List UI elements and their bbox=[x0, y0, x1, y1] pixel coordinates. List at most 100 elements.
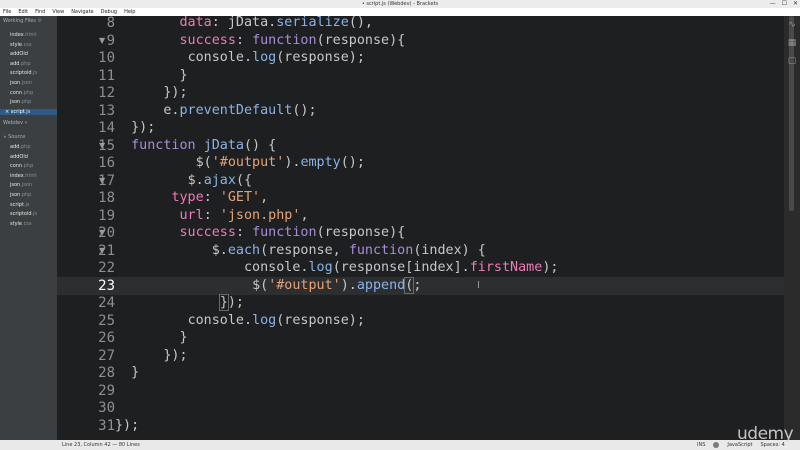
code-line[interactable]: 21 ▼ $.each(response, function(index) { bbox=[57, 242, 784, 260]
code-line[interactable]: 29 bbox=[57, 382, 784, 400]
project-file-item[interactable]: json.php bbox=[10, 192, 31, 198]
vertical-scrollbar[interactable] bbox=[784, 16, 800, 440]
menu-view[interactable]: View bbox=[52, 8, 64, 16]
code-line[interactable]: 27 }); bbox=[57, 347, 784, 365]
menu-find[interactable]: Find bbox=[35, 8, 45, 16]
code-text[interactable]: $.ajax({ bbox=[115, 172, 253, 190]
code-text[interactable]: e.preventDefault(); bbox=[115, 102, 317, 120]
code-line[interactable]: 28 } bbox=[57, 364, 784, 382]
working-file-item[interactable]: addOld bbox=[10, 51, 28, 57]
code-line[interactable]: 15 ▼ function jData() { bbox=[57, 137, 784, 155]
code-line[interactable]: 25 console.log(response); bbox=[57, 312, 784, 330]
fold-arrow-icon[interactable]: ▼ bbox=[99, 137, 105, 155]
status-bar: Line 23, Column 42 — 80 Lines INS JavaSc… bbox=[0, 440, 800, 450]
menu-debug[interactable]: Debug bbox=[101, 8, 117, 16]
code-text[interactable]: }); bbox=[115, 417, 139, 435]
code-line[interactable]: 22 console.log(response[index].firstName… bbox=[57, 259, 784, 277]
code-line[interactable]: 31}); bbox=[57, 417, 784, 435]
project-file-item[interactable]: conn.php bbox=[10, 163, 33, 169]
menu-help[interactable]: Help bbox=[124, 8, 135, 16]
code-text[interactable]: }); bbox=[115, 84, 187, 102]
working-file-item[interactable]: conn.php bbox=[10, 90, 33, 96]
code-line[interactable]: 9 ▼ success: function(response){ bbox=[57, 32, 784, 50]
fold-arrow-icon[interactable]: ▼ bbox=[99, 32, 105, 50]
code-text[interactable]: type: 'GET', bbox=[115, 189, 268, 207]
code-text[interactable]: data: jData.serialize(), bbox=[115, 16, 374, 32]
project-file-item[interactable]: addOld bbox=[10, 154, 28, 160]
project-file-item[interactable]: script.js bbox=[10, 202, 30, 208]
code-text[interactable]: url: 'json.php', bbox=[115, 207, 309, 225]
code-token: console. bbox=[187, 50, 253, 65]
working-file-item[interactable]: scriptold.js bbox=[10, 70, 37, 76]
code-editor[interactable]: 8 data: jData.serialize(), 9 ▼ success: fu… bbox=[57, 16, 784, 436]
code-line[interactable]: 13 e.preventDefault(); bbox=[57, 102, 784, 120]
code-text[interactable]: $('#output').empty(); bbox=[115, 154, 365, 172]
working-files-header[interactable]: Working Files ⚙ bbox=[3, 18, 42, 24]
gear-icon[interactable]: ⚙ bbox=[38, 18, 42, 24]
code-text[interactable]: success: function(response){ bbox=[115, 224, 406, 242]
code-token: (); bbox=[292, 102, 317, 118]
fold-arrow-icon[interactable]: ▼ bbox=[99, 172, 105, 190]
code-line[interactable]: 19 url: 'json.php', bbox=[57, 207, 784, 225]
working-file-item[interactable]: add.php bbox=[10, 61, 31, 67]
code-line[interactable]: 30 bbox=[57, 399, 784, 417]
working-file-item[interactable]: style.css bbox=[10, 42, 32, 48]
code-token: $. bbox=[187, 172, 204, 188]
code-line[interactable]: 10 console.log(response); bbox=[57, 49, 784, 67]
minimize-button[interactable]: — bbox=[770, 0, 776, 8]
code-text[interactable]: console.log(response); bbox=[115, 49, 365, 67]
code-text[interactable]: success: function(response){ bbox=[115, 32, 406, 50]
code-token: empty bbox=[300, 155, 341, 170]
working-file-item[interactable]: index.html bbox=[10, 32, 37, 38]
project-header[interactable]: Webdev ▾ bbox=[3, 120, 27, 126]
code-text[interactable]: } bbox=[115, 67, 188, 85]
project-file-item[interactable]: index.html bbox=[10, 173, 37, 179]
code-text[interactable]: console.log(response[index].firstName); bbox=[115, 259, 558, 277]
code-line[interactable]: 8 data: jData.serialize(), bbox=[57, 16, 784, 32]
code-line[interactable]: 20 ▼ success: function(response){ bbox=[57, 224, 784, 242]
project-file-item[interactable]: style.css bbox=[10, 221, 32, 227]
code-text[interactable]: $.each(response, function(index) { bbox=[115, 242, 486, 260]
code-text[interactable]: }); bbox=[115, 347, 187, 365]
code-line[interactable]: 17 ▼ $.ajax({ bbox=[57, 172, 784, 190]
code-text[interactable]: } bbox=[115, 329, 188, 347]
code-line[interactable]: 11 } bbox=[57, 67, 784, 85]
folder-source[interactable]: ▸ Source bbox=[4, 134, 25, 140]
code-line[interactable]: 12 }); bbox=[57, 84, 784, 102]
code-token: ); bbox=[227, 295, 244, 310]
code-token: $( bbox=[252, 277, 269, 293]
code-token: jData bbox=[203, 137, 244, 153]
code-text[interactable]: function jData() { bbox=[115, 137, 276, 155]
menu-navigate[interactable]: Navigate bbox=[71, 8, 93, 16]
code-token: ). bbox=[340, 277, 357, 293]
code-line[interactable]: 16 $('#output').empty(); bbox=[57, 154, 784, 172]
code-text[interactable]: }); bbox=[115, 119, 155, 137]
working-file-item[interactable]: × script.js bbox=[0, 108, 57, 115]
menu-edit[interactable]: Edit bbox=[18, 8, 28, 16]
lint-status-icon[interactable] bbox=[713, 442, 720, 448]
close-button[interactable]: ✕ bbox=[793, 0, 798, 8]
code-line[interactable]: 26 } bbox=[57, 329, 784, 347]
code-text[interactable]: }); bbox=[115, 294, 244, 312]
project-file-item[interactable]: add.php bbox=[10, 144, 31, 150]
project-file-item[interactable]: json.json bbox=[10, 182, 32, 188]
fold-arrow-icon[interactable]: ▼ bbox=[99, 242, 105, 260]
code-line[interactable]: 18 type: 'GET', bbox=[57, 189, 784, 207]
working-file-item[interactable]: json.json bbox=[10, 80, 32, 86]
live-preview-icon[interactable]: ∿ bbox=[788, 20, 796, 30]
code-text[interactable]: console.log(response); bbox=[115, 312, 365, 330]
code-text[interactable]: $('#output').append(; bbox=[115, 276, 421, 295]
code-line[interactable]: 23 $('#output').append(; I bbox=[57, 276, 784, 295]
code-token: firstName bbox=[469, 260, 543, 275]
extension-manager-icon[interactable]: ▦ bbox=[788, 38, 797, 48]
fold-arrow-icon[interactable]: ▼ bbox=[99, 224, 105, 242]
project-file-item[interactable]: scriptold.js bbox=[10, 211, 37, 217]
working-file-item[interactable]: json.php bbox=[10, 99, 31, 105]
maximize-button[interactable]: ☐ bbox=[782, 0, 787, 8]
extract-icon[interactable]: ▢ bbox=[788, 56, 797, 66]
insert-mode-indicator[interactable]: INS bbox=[697, 440, 705, 450]
code-line[interactable]: 24 }); bbox=[57, 294, 784, 312]
code-line[interactable]: 14 }); bbox=[57, 119, 784, 137]
code-text[interactable]: } bbox=[115, 364, 139, 382]
menu-file[interactable]: File bbox=[3, 8, 11, 16]
